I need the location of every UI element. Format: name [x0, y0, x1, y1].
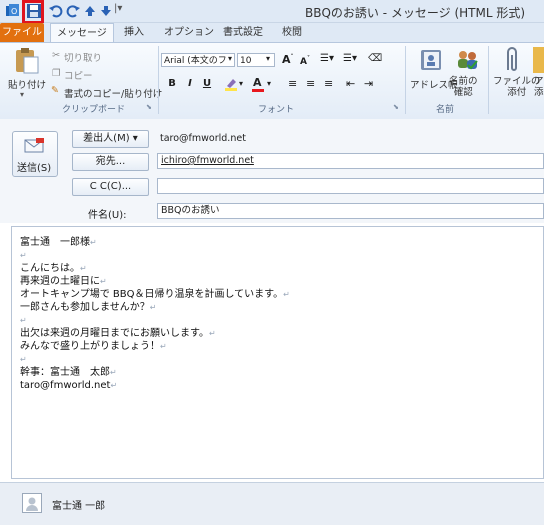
copy-icon[interactable]: ❐	[52, 68, 61, 79]
body-line: みんなで盛り上がりましょう！↵	[20, 341, 167, 352]
align-right-icon[interactable]: ≡	[324, 77, 333, 90]
body-line: 一郎さんも参加しませんか？↵	[20, 302, 157, 313]
body-line: taro@fmworld.net↵	[20, 380, 118, 391]
font-launcher-icon[interactable]: ⬊	[393, 103, 399, 111]
copy-button[interactable]: コピー	[64, 68, 93, 82]
customize-qat-icon[interactable]: |▾	[114, 3, 130, 19]
save-highlight-box	[22, 0, 44, 24]
numbering-icon[interactable]: ☰▾	[343, 53, 357, 64]
body-line: こんにちは。↵	[20, 263, 87, 274]
from-button[interactable]: 差出人(M) ▾	[72, 130, 149, 148]
body-line: オートキャンプ場で BBQ＆日帰り温泉を計画しています。↵	[20, 289, 290, 300]
contact-name: 富士通 一郎	[52, 501, 106, 512]
highlight-icon[interactable]	[224, 77, 238, 91]
body-line: ↵	[20, 251, 27, 260]
address-book-icon[interactable]	[418, 47, 444, 73]
to-button[interactable]: 宛先...	[72, 153, 149, 171]
decrease-indent-icon[interactable]: ⇤	[346, 77, 355, 90]
tab-format-text[interactable]: 書式設定	[217, 23, 269, 42]
grow-font-icon[interactable]: A˄	[282, 53, 294, 66]
cc-field[interactable]	[157, 178, 544, 194]
clear-formatting-icon[interactable]: ⌫	[368, 53, 382, 64]
format-painter-button[interactable]: 書式のコピー/貼り付け	[64, 86, 162, 100]
tab-message[interactable]: メッセージ	[50, 23, 114, 43]
font-name-dropdown-icon[interactable]: ▾	[228, 54, 232, 63]
names-group-label: 名前	[436, 105, 455, 115]
font-color-icon[interactable]: A	[253, 76, 262, 89]
tab-options[interactable]: オプション	[158, 23, 220, 42]
clipboard-group-label: クリップボード	[62, 105, 126, 115]
paste-dropdown-icon[interactable]: ▾	[20, 90, 24, 99]
check-names-button[interactable]: 名前の 確認	[449, 76, 478, 98]
subject-field[interactable]: BBQのお誘い	[157, 203, 544, 219]
body-line: 出欠は来週の月曜日までにお願いします。↵	[20, 328, 216, 339]
up-arrow-icon[interactable]	[82, 3, 98, 19]
font-color-dropdown-icon[interactable]: ▾	[267, 79, 271, 88]
check-names-icon[interactable]	[454, 47, 480, 73]
shrink-font-icon[interactable]: A˅	[300, 55, 310, 67]
clipboard-launcher-icon[interactable]: ⬊	[146, 103, 152, 111]
body-line: 再来週の土曜日に↵	[20, 276, 107, 287]
cc-button[interactable]: C C(C)...	[72, 178, 149, 196]
ribbon-separator	[488, 46, 489, 114]
tab-insert[interactable]: 挿入	[118, 23, 150, 42]
contact-avatar[interactable]	[22, 493, 42, 513]
down-arrow-icon[interactable]	[98, 3, 114, 19]
to-field[interactable]: ichiro@fmworld.net	[157, 153, 544, 169]
subject-label: 件名(U):	[88, 210, 127, 221]
bullets-icon[interactable]: ☰▾	[320, 53, 334, 64]
cut-icon[interactable]: ✂	[52, 50, 60, 61]
body-line: 富士通 一郎様↵	[20, 237, 97, 248]
font-size-dropdown-icon[interactable]: ▾	[266, 54, 270, 63]
font-color-bar	[252, 89, 264, 92]
attach-item-icon[interactable]	[533, 47, 544, 73]
font-name-combo[interactable]: Arial (本文のフ	[161, 53, 235, 67]
body-line: ↵	[20, 316, 27, 325]
align-left-icon[interactable]: ≡	[288, 77, 297, 90]
ribbon-separator	[405, 46, 406, 114]
paste-icon[interactable]	[12, 47, 40, 75]
body-line: ↵	[20, 355, 27, 364]
increase-indent-icon[interactable]: ⇥	[364, 77, 373, 90]
outlook-icon: O	[5, 3, 21, 19]
from-value: taro@fmworld.net	[160, 133, 246, 144]
tab-file[interactable]: ファイル	[0, 23, 44, 42]
svg-text:O: O	[11, 7, 17, 16]
italic-button[interactable]: I	[183, 78, 197, 89]
underline-button[interactable]: U	[200, 78, 214, 89]
send-envelope-icon	[24, 137, 46, 155]
tab-review[interactable]: 校閲	[276, 23, 308, 42]
highlight-dropdown-icon[interactable]: ▾	[239, 79, 243, 88]
send-label: 送信(S)	[17, 163, 52, 174]
attach-item-button[interactable]: ア 添	[534, 76, 544, 98]
format-painter-icon[interactable]: ✎	[51, 85, 59, 96]
window-title: BBQのお誘い - メッセージ (HTML 形式)	[305, 6, 526, 20]
font-group-label: フォント	[258, 105, 295, 115]
undo-icon[interactable]	[48, 3, 64, 19]
paste-button[interactable]: 貼り付け	[8, 77, 46, 91]
cut-button[interactable]: 切り取り	[64, 50, 102, 64]
paperclip-icon[interactable]	[501, 46, 521, 74]
ribbon-separator	[158, 46, 159, 114]
bold-button[interactable]: B	[165, 78, 179, 89]
redo-icon[interactable]	[65, 3, 81, 19]
align-center-icon[interactable]: ≡	[306, 77, 315, 90]
body-line: 幹事：富士通 太郎↵	[20, 367, 117, 378]
